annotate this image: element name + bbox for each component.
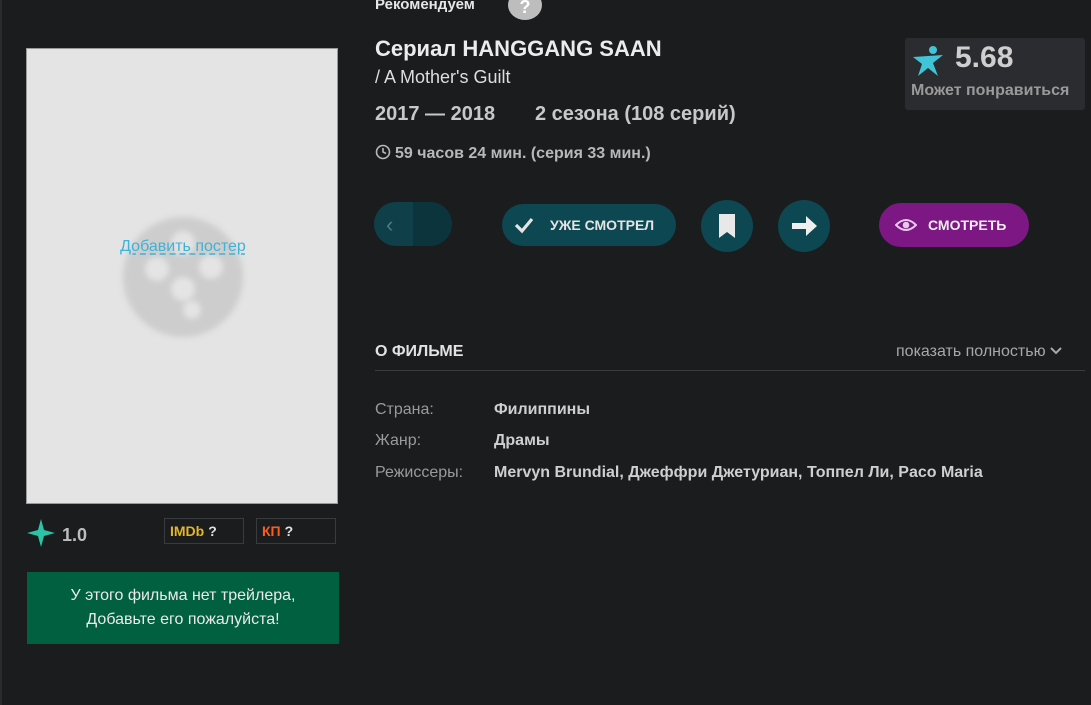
arrow-right-icon	[792, 216, 817, 236]
watch-button[interactable]: СМОТРЕТЬ	[879, 203, 1029, 247]
seasons-count: 2 сезона (108 серий)	[535, 103, 736, 125]
eye-icon	[895, 219, 917, 231]
check-icon	[514, 217, 534, 234]
chevron-left-icon: ‹	[386, 212, 394, 237]
kp-rating[interactable]: КП?	[256, 518, 336, 544]
show-full-label: показать полностью	[896, 343, 1046, 360]
pill-right-half	[413, 202, 452, 246]
release-years: 2017 — 2018	[375, 103, 496, 125]
kp-label: КП	[262, 523, 281, 539]
directors-label: Режиссеры:	[375, 464, 464, 481]
imdb-value: ?	[208, 523, 217, 539]
imdb-rating[interactable]: IMDb?	[164, 518, 244, 544]
forward-button[interactable]	[778, 200, 830, 252]
film-reel-icon	[123, 217, 243, 337]
poster-placeholder: Добавить постер	[26, 48, 338, 504]
no-trailer-line1: У этого фильма нет трейлера,	[70, 587, 296, 604]
kp-value: ?	[284, 523, 294, 539]
country-label: Страна:	[375, 401, 434, 418]
already-seen-label: УЖЕ СМОТРЕЛ	[550, 217, 655, 233]
score-box: 5.68 Может понравиться	[905, 38, 1085, 110]
clock-icon	[375, 144, 391, 160]
imdb-label: IMDb	[170, 523, 205, 539]
user-rating: 1.0	[62, 525, 88, 545]
already-seen-button[interactable]: УЖЕ СМОТРЕЛ	[502, 204, 676, 246]
prev-button[interactable]: ‹	[374, 202, 452, 246]
duration-text: 59 часов 24 мин. (серия 33 мин.)	[395, 145, 651, 162]
sparkle-star-icon	[27, 519, 55, 547]
window-edge	[0, 0, 2, 705]
add-poster-link[interactable]: Добавить постер	[27, 238, 339, 256]
person-star-icon	[913, 46, 943, 76]
no-trailer-line2: Добавьте его пожалуйста!	[86, 611, 280, 628]
page-title: Сериал HANGGANG SAAN	[375, 36, 662, 61]
divider	[375, 370, 1085, 371]
watch-label: СМОТРЕТЬ	[928, 217, 1007, 233]
genre-label: Жанр:	[375, 432, 422, 449]
score-value: 5.68	[955, 41, 1014, 74]
show-full-link[interactable]: показать полностью	[896, 343, 1062, 361]
chevron-down-icon	[1050, 347, 1062, 355]
directors-value[interactable]: Mervyn Brundial, Джеффри Джетуриан, Топп…	[494, 464, 983, 482]
help-icon[interactable]: ?	[508, 0, 542, 20]
no-trailer-banner[interactable]: У этого фильма нет трейлера, Добавьте ег…	[27, 572, 339, 644]
duration: 59 часов 24 мин. (серия 33 мин.)	[375, 144, 651, 163]
country-value[interactable]: Филиппины	[494, 401, 590, 419]
bookmark-icon	[719, 214, 735, 238]
recommend-label: Рекомендуем	[375, 0, 475, 13]
genre-value[interactable]: Драмы	[494, 432, 550, 450]
about-heading: О ФИЛЬМЕ	[375, 343, 464, 360]
score-label: Может понравиться	[911, 82, 1070, 99]
original-title: / A Mother's Guilt	[375, 67, 511, 87]
bookmark-button[interactable]	[701, 200, 753, 252]
